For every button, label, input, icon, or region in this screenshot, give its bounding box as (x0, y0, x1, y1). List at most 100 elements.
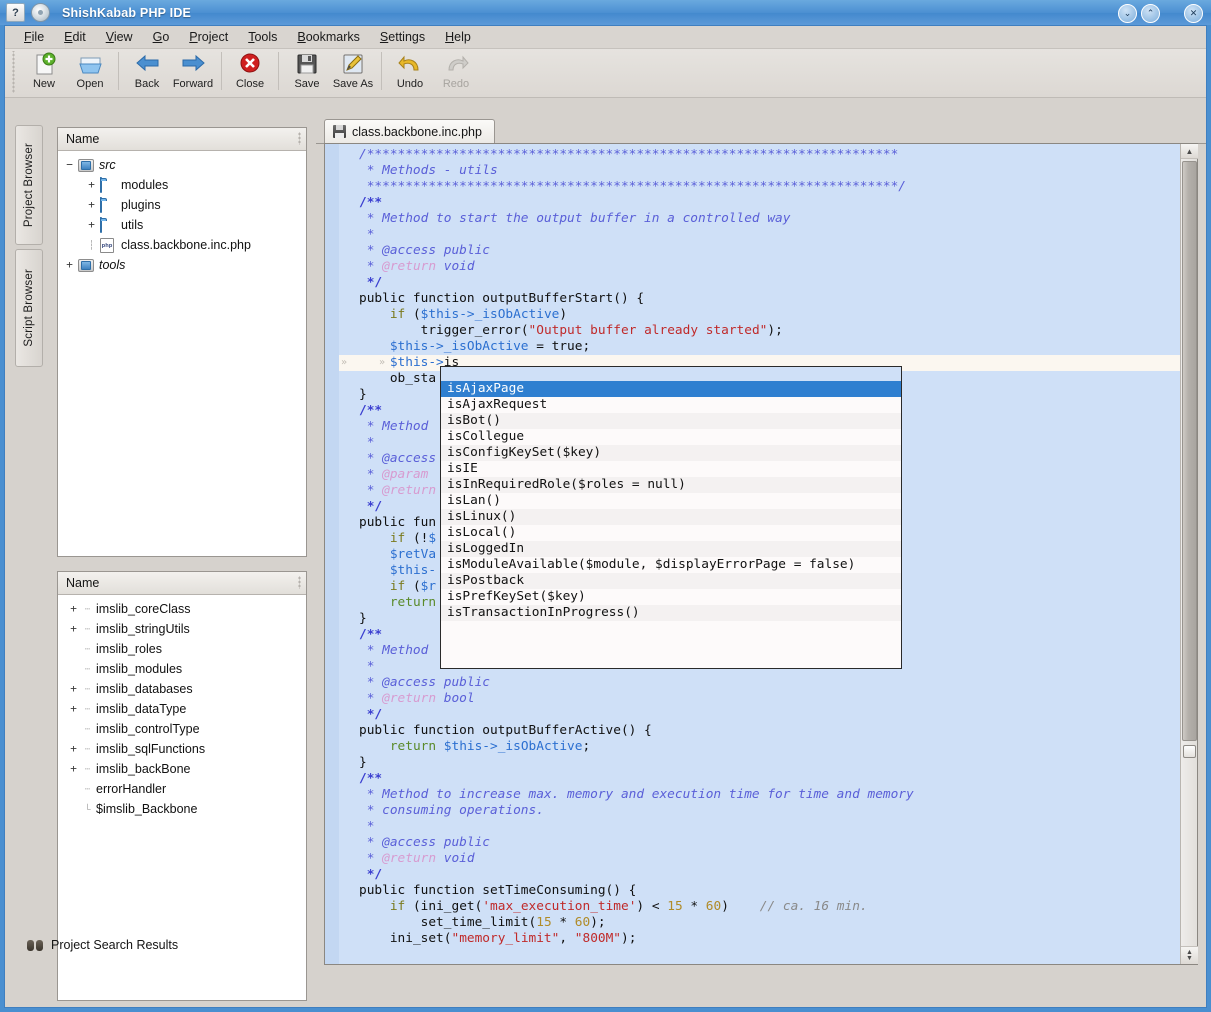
autocomplete-item[interactable]: isAjaxRequest (441, 397, 901, 413)
autocomplete-top-spacer (441, 367, 901, 381)
code-viewport[interactable]: /***************************************… (325, 144, 1180, 964)
menu-help[interactable]: Help (436, 28, 480, 46)
tree-item-src[interactable]: − src (58, 155, 306, 175)
toolbar-new-button[interactable]: New (21, 49, 67, 98)
tree-line-icon: ┄ (84, 643, 91, 654)
editor-gutter[interactable] (325, 144, 339, 964)
tree-item-plugins[interactable]: + plugins (58, 195, 306, 215)
tree-item-tools[interactable]: + tools (58, 255, 306, 275)
scroll-up-arrow-icon[interactable]: ▲ (1181, 144, 1198, 159)
expand-toggle-icon[interactable]: + (68, 603, 79, 615)
list-item[interactable]: + ┄ imslib_stringUtils (58, 619, 306, 639)
toolbar-redo-button[interactable]: Redo (433, 49, 479, 98)
scrollbar-marker-handle[interactable] (1183, 745, 1196, 758)
tree-line-icon: ┆ (88, 239, 95, 250)
menu-file[interactable]: FFileile (15, 28, 53, 46)
expand-toggle-icon[interactable]: + (68, 683, 79, 695)
list-item[interactable]: + ┄ imslib_backBone (58, 759, 306, 779)
menu-view[interactable]: View (97, 28, 142, 46)
expand-toggle-icon[interactable]: + (86, 179, 97, 191)
client-area: FFileile Edit View Go Project Tools Book… (4, 25, 1207, 1008)
toolbar-forward-button[interactable]: Forward (170, 49, 216, 98)
editor-tab-class-backbone[interactable]: class.backbone.inc.php (324, 119, 495, 143)
script-tree: + ┄ imslib_coreClass + ┄ imslib_stringUt… (58, 595, 306, 819)
autocomplete-item[interactable]: isCollegue (441, 429, 901, 445)
autocomplete-item[interactable]: isInRequiredRole($roles = null) (441, 477, 901, 493)
project-search-results-label[interactable]: Project Search Results (51, 938, 178, 952)
column-resize-grip[interactable] (298, 576, 302, 589)
expand-toggle-icon[interactable] (68, 644, 79, 655)
list-item[interactable]: ┄ errorHandler (58, 779, 306, 799)
autocomplete-item[interactable]: isLoggedIn (441, 541, 901, 557)
tree-item-modules[interactable]: + modules (58, 175, 306, 195)
expand-toggle-icon[interactable] (68, 784, 79, 795)
autocomplete-item[interactable]: isIE (441, 461, 901, 477)
menu-project[interactable]: Project (180, 28, 237, 46)
new-document-icon (32, 52, 57, 77)
expand-toggle-icon[interactable]: + (68, 763, 79, 775)
side-tab-project-browser[interactable]: Project Browser (15, 125, 43, 245)
expand-toggle-icon[interactable] (68, 724, 79, 735)
toolbar-new-label: New (32, 78, 55, 90)
list-item[interactable]: + ┄ imslib_sqlFunctions (58, 739, 306, 759)
tree-item-label: class.backbone.inc.php (121, 238, 251, 252)
toolbar-close-button[interactable]: Close (227, 49, 273, 98)
expand-toggle-icon[interactable]: + (86, 219, 97, 231)
autocomplete-item[interactable]: isModuleAvailable($module, $displayError… (441, 557, 901, 573)
autocomplete-item[interactable]: isLocal() (441, 525, 901, 541)
list-item[interactable]: ┄ imslib_controlType (58, 719, 306, 739)
toolbar-forward-label: Forward (172, 78, 214, 90)
column-resize-grip[interactable] (298, 132, 302, 145)
tree-item-utils[interactable]: + utils (58, 215, 306, 235)
expand-toggle-icon[interactable]: + (64, 259, 75, 271)
toolbar-grip[interactable] (11, 51, 17, 93)
floppy-disk-icon (295, 52, 320, 77)
autocomplete-item[interactable]: isLinux() (441, 509, 901, 525)
autocomplete-item[interactable]: isPostback (441, 573, 901, 589)
expand-toggle-icon[interactable]: + (86, 199, 97, 211)
toolbar-separator (221, 52, 222, 90)
expand-toggle-icon[interactable]: + (68, 703, 79, 715)
list-item[interactable]: + ┄ imslib_coreClass (58, 599, 306, 619)
autocomplete-item[interactable]: isAjaxPage (441, 381, 901, 397)
collapse-toggle-icon[interactable]: − (64, 159, 75, 171)
side-tab-script-browser[interactable]: Script Browser (15, 249, 43, 367)
chevron-down-icon: ⌄ (1123, 8, 1132, 18)
menu-settings[interactable]: Settings (371, 28, 434, 46)
autocomplete-item[interactable]: isLan() (441, 493, 901, 509)
maximize-button[interactable]: ⌃ (1141, 4, 1160, 23)
list-item[interactable]: ┄ imslib_roles (58, 639, 306, 659)
toolbar-saveas-button[interactable]: Save As (330, 49, 376, 98)
autocomplete-item[interactable]: isPrefKeySet($key) (441, 589, 901, 605)
list-item[interactable]: ┄ imslib_modules (58, 659, 306, 679)
toolbar-undo-button[interactable]: Undo (387, 49, 433, 98)
minimize-button[interactable]: ⌄ (1118, 4, 1137, 23)
toolbar-save-button[interactable]: Save (284, 49, 330, 98)
expand-toggle-icon[interactable]: + (68, 623, 79, 635)
autocomplete-item[interactable]: isBot() (441, 413, 901, 429)
autocomplete-popup[interactable]: isAjaxPage isAjaxRequest isBot() isColle… (440, 366, 902, 669)
toolbar-open-button[interactable]: Open (67, 49, 113, 98)
menu-go[interactable]: Go (144, 28, 179, 46)
expand-toggle-icon[interactable]: + (68, 743, 79, 755)
scrollbar-thumb[interactable] (1182, 161, 1197, 741)
tree-line-icon: └ (84, 804, 91, 814)
menu-bookmarks[interactable]: Bookmarks (288, 28, 369, 46)
expand-toggle-icon[interactable] (68, 804, 79, 815)
menu-edit[interactable]: Edit (55, 28, 95, 46)
close-button[interactable]: ✕ (1184, 4, 1203, 23)
tree-item-class-backbone[interactable]: ┆ class.backbone.inc.php (58, 235, 306, 255)
list-item[interactable]: + ┄ imslib_databases (58, 679, 306, 699)
editor-vertical-scrollbar[interactable]: ▲ ▲ ▼ (1180, 144, 1198, 964)
list-item[interactable]: └ $imslib_Backbone (58, 799, 306, 819)
help-question-icon[interactable]: ? (6, 3, 25, 22)
menu-tools[interactable]: Tools (239, 28, 286, 46)
close-icon: ✕ (1189, 8, 1198, 18)
autocomplete-item[interactable]: isTransactionInProgress() (441, 605, 901, 621)
app-icon (31, 3, 50, 22)
toolbar-back-button[interactable]: Back (124, 49, 170, 98)
expand-toggle-icon[interactable] (68, 664, 79, 675)
list-item[interactable]: + ┄ imslib_dataType (58, 699, 306, 719)
autocomplete-item[interactable]: isConfigKeySet($key) (441, 445, 901, 461)
window-title: ShishKabab PHP IDE (62, 5, 192, 20)
